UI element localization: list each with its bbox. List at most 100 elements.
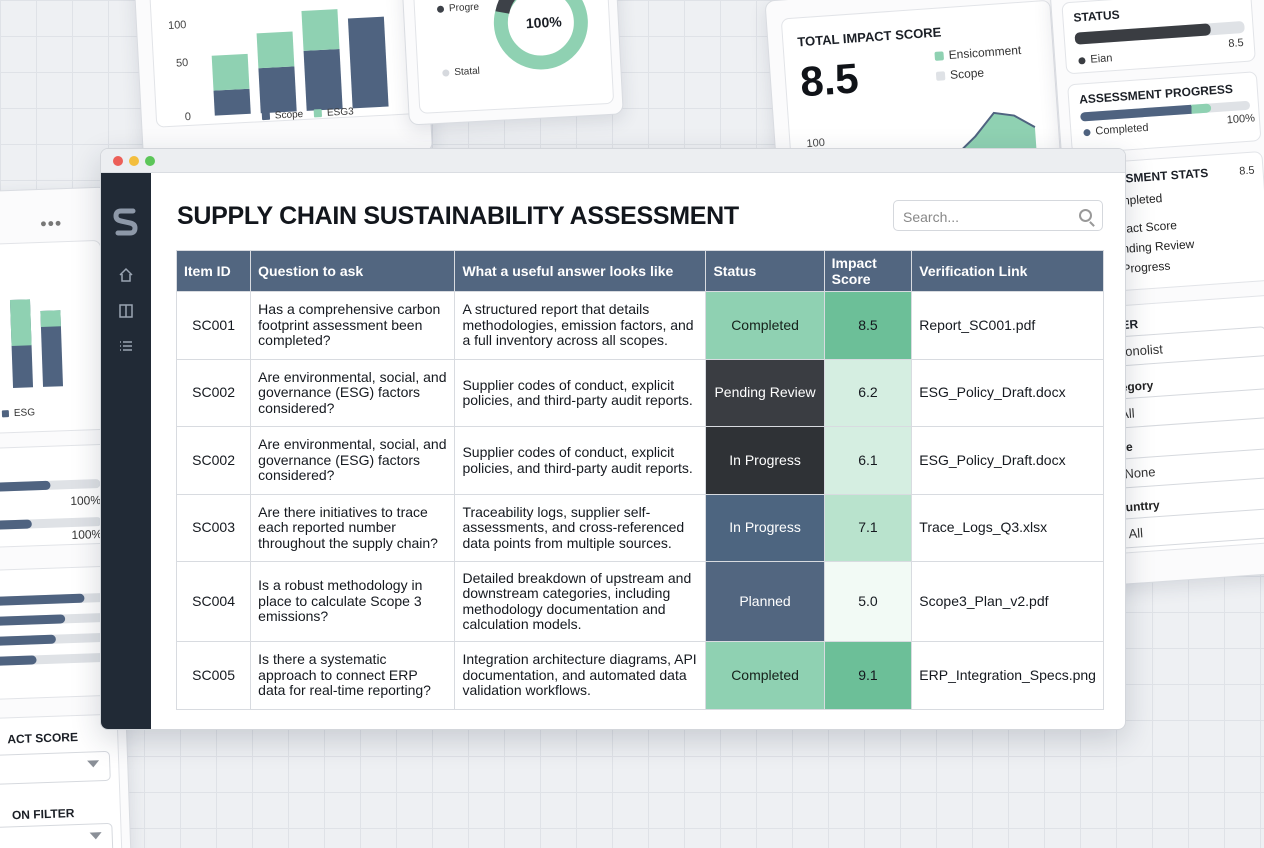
left-list-fill-3 xyxy=(0,634,56,649)
more-options-icon[interactable]: ••• xyxy=(40,213,63,235)
chevron-down-icon xyxy=(87,760,100,768)
table-row[interactable]: SC001 Has a comprehensive carbon footpri… xyxy=(175,291,1104,360)
book-icon[interactable] xyxy=(118,303,134,319)
table-row[interactable]: SC002 Are environmental, social, and gov… xyxy=(175,359,1104,427)
question-cell: Is there a systematic approach to connec… xyxy=(250,641,456,710)
column-header[interactable]: Impact Score xyxy=(823,250,913,292)
table-header-row: Item ID Question to ask What a useful an… xyxy=(175,250,1104,292)
status-widget: STATUS 8.5 Eian xyxy=(1061,0,1256,75)
bar-scope-2 xyxy=(258,66,297,114)
category-select[interactable]: All xyxy=(1102,388,1264,430)
left-bar-chart-panel: ESG xyxy=(0,239,108,437)
answer-cell: Traceability logs, supplier self-assessm… xyxy=(454,494,707,562)
left-list-fill-2 xyxy=(0,614,66,629)
column-header[interactable]: Status xyxy=(705,250,825,292)
search-input[interactable]: Search... xyxy=(893,200,1103,231)
assessment-progress-legend: Completed xyxy=(1083,122,1149,139)
table-row[interactable]: SC005 Is there a systematic approach to … xyxy=(175,641,1104,710)
assessment-progress-fill xyxy=(1080,103,1212,122)
maximize-window-button[interactable] xyxy=(145,156,155,166)
assessment-progress-value: 100% xyxy=(1226,112,1256,127)
table-row[interactable]: SC003 Are there initiatives to trace eac… xyxy=(175,494,1104,562)
left-impact-panel: ACT SCORE ON FILTER xyxy=(0,713,123,848)
main-window: SUPPLY CHAIN SUSTAINABILITY ASSESSMENT S… xyxy=(100,148,1126,730)
app-logo xyxy=(113,208,138,236)
list-icon[interactable] xyxy=(118,338,134,354)
item-id-cell: SC001 xyxy=(175,291,252,360)
bar-esg3-3 xyxy=(301,9,340,51)
answer-cell: Supplier codes of conduct, explicit poli… xyxy=(454,359,707,427)
status-fill xyxy=(1074,23,1212,45)
left-list-track-1 xyxy=(0,592,105,609)
bar-scope-3 xyxy=(303,49,343,111)
verification-link[interactable]: Trace_Logs_Q3.xlsx xyxy=(911,494,1104,562)
bar-scope-1 xyxy=(213,88,251,116)
chevron-down-icon xyxy=(89,832,102,840)
status-cell[interactable]: Pending Review xyxy=(705,359,825,427)
item-id-cell: SC003 xyxy=(175,494,252,562)
left-list-track-4 xyxy=(0,652,107,669)
donut-card: 100% Progre Statal xyxy=(401,0,624,126)
left-progress-fill-1 xyxy=(0,480,51,495)
type-select[interactable]: None xyxy=(1106,447,1264,490)
y-tick: 100 xyxy=(167,19,187,32)
donut-chart xyxy=(493,0,588,70)
left-progress-fill-2 xyxy=(0,519,32,533)
verification-link[interactable]: ESG_Policy_Draft.docx xyxy=(911,426,1104,495)
impact-score-cell: 6.2 xyxy=(823,359,913,427)
status-legend: Eian xyxy=(1078,52,1113,66)
sidebar xyxy=(101,173,151,729)
answer-cell: A structured report that details methodo… xyxy=(454,291,707,360)
page-title: SUPPLY CHAIN SUSTAINABILITY ASSESSMENT xyxy=(177,202,739,230)
status-cell[interactable]: In Progress xyxy=(705,426,825,495)
left-progress-pct-2: 100% xyxy=(71,526,103,543)
status-cell[interactable]: Planned xyxy=(705,561,825,642)
bar-esg3-2 xyxy=(256,31,295,69)
scope-swatch xyxy=(261,112,271,121)
verification-link[interactable]: Report_SC001.pdf xyxy=(911,291,1104,360)
minimize-window-button[interactable] xyxy=(129,156,139,166)
status-cell[interactable]: Completed xyxy=(705,291,825,360)
home-icon[interactable] xyxy=(118,267,134,283)
type-value: None xyxy=(1123,464,1156,482)
assessment-stats-value: 8.5 xyxy=(1238,164,1255,178)
left-list-fill-4 xyxy=(0,655,37,669)
column-header[interactable]: Verification Link xyxy=(911,250,1104,292)
table-row[interactable]: SC002 Are environmental, social, and gov… xyxy=(175,426,1104,495)
column-header[interactable]: Question to ask xyxy=(250,250,456,292)
left-progress-panel: 100% 100% xyxy=(0,443,112,551)
bar-esg3-1 xyxy=(211,53,250,91)
column-header[interactable]: Item ID xyxy=(175,250,252,292)
status-cell[interactable]: In Progress xyxy=(705,494,825,562)
question-cell: Are environmental, social, and governanc… xyxy=(250,426,456,495)
left-impact-label: ACT SCORE xyxy=(7,729,79,747)
item-id-cell: SC005 xyxy=(175,641,252,710)
status-cell[interactable]: Completed xyxy=(705,641,825,710)
donut-legend-bottom: Statal xyxy=(442,66,480,79)
assessment-progress-widget: ASSESSMENT PROGRESS Completed 100% xyxy=(1067,71,1262,155)
verification-link[interactable]: ERP_Integration_Specs.png xyxy=(911,641,1104,710)
verification-link[interactable]: Scope3_Plan_v2.pdf xyxy=(911,561,1104,642)
search-icon[interactable] xyxy=(1079,209,1092,222)
left-filter-select[interactable] xyxy=(0,822,114,848)
bar-chart-panel: 100 50 0 xyxy=(148,0,419,128)
close-window-button[interactable] xyxy=(113,156,123,166)
donut-panel: 100% Progre Statal xyxy=(412,0,615,114)
left-legend-esg: ESG xyxy=(1,407,35,419)
left-impact-select[interactable] xyxy=(0,750,111,788)
column-header[interactable]: What a useful answer looks like xyxy=(454,250,707,292)
bar-chart-card: 100 50 0 Scope ESG3 xyxy=(132,0,434,168)
left-list-fill-1 xyxy=(0,593,85,609)
question-cell: Are there initiatives to trace each repo… xyxy=(250,494,456,562)
legend-esg3: ESG3 xyxy=(326,106,354,119)
verification-link[interactable]: ESG_Policy_Draft.docx xyxy=(911,359,1104,427)
left-list-track-2 xyxy=(0,612,106,629)
table-row[interactable]: SC004 Is a robust methodology in place t… xyxy=(175,561,1104,642)
country-select[interactable]: All xyxy=(1110,507,1264,550)
left-filter-label: ON FILTER xyxy=(11,806,75,823)
country-value: All xyxy=(1128,525,1144,542)
impact-score-cell: 5.0 xyxy=(823,561,913,642)
esg3-swatch xyxy=(313,109,323,118)
impact-score-cell: 9.1 xyxy=(823,641,913,710)
y-tick: 50 xyxy=(175,56,189,70)
